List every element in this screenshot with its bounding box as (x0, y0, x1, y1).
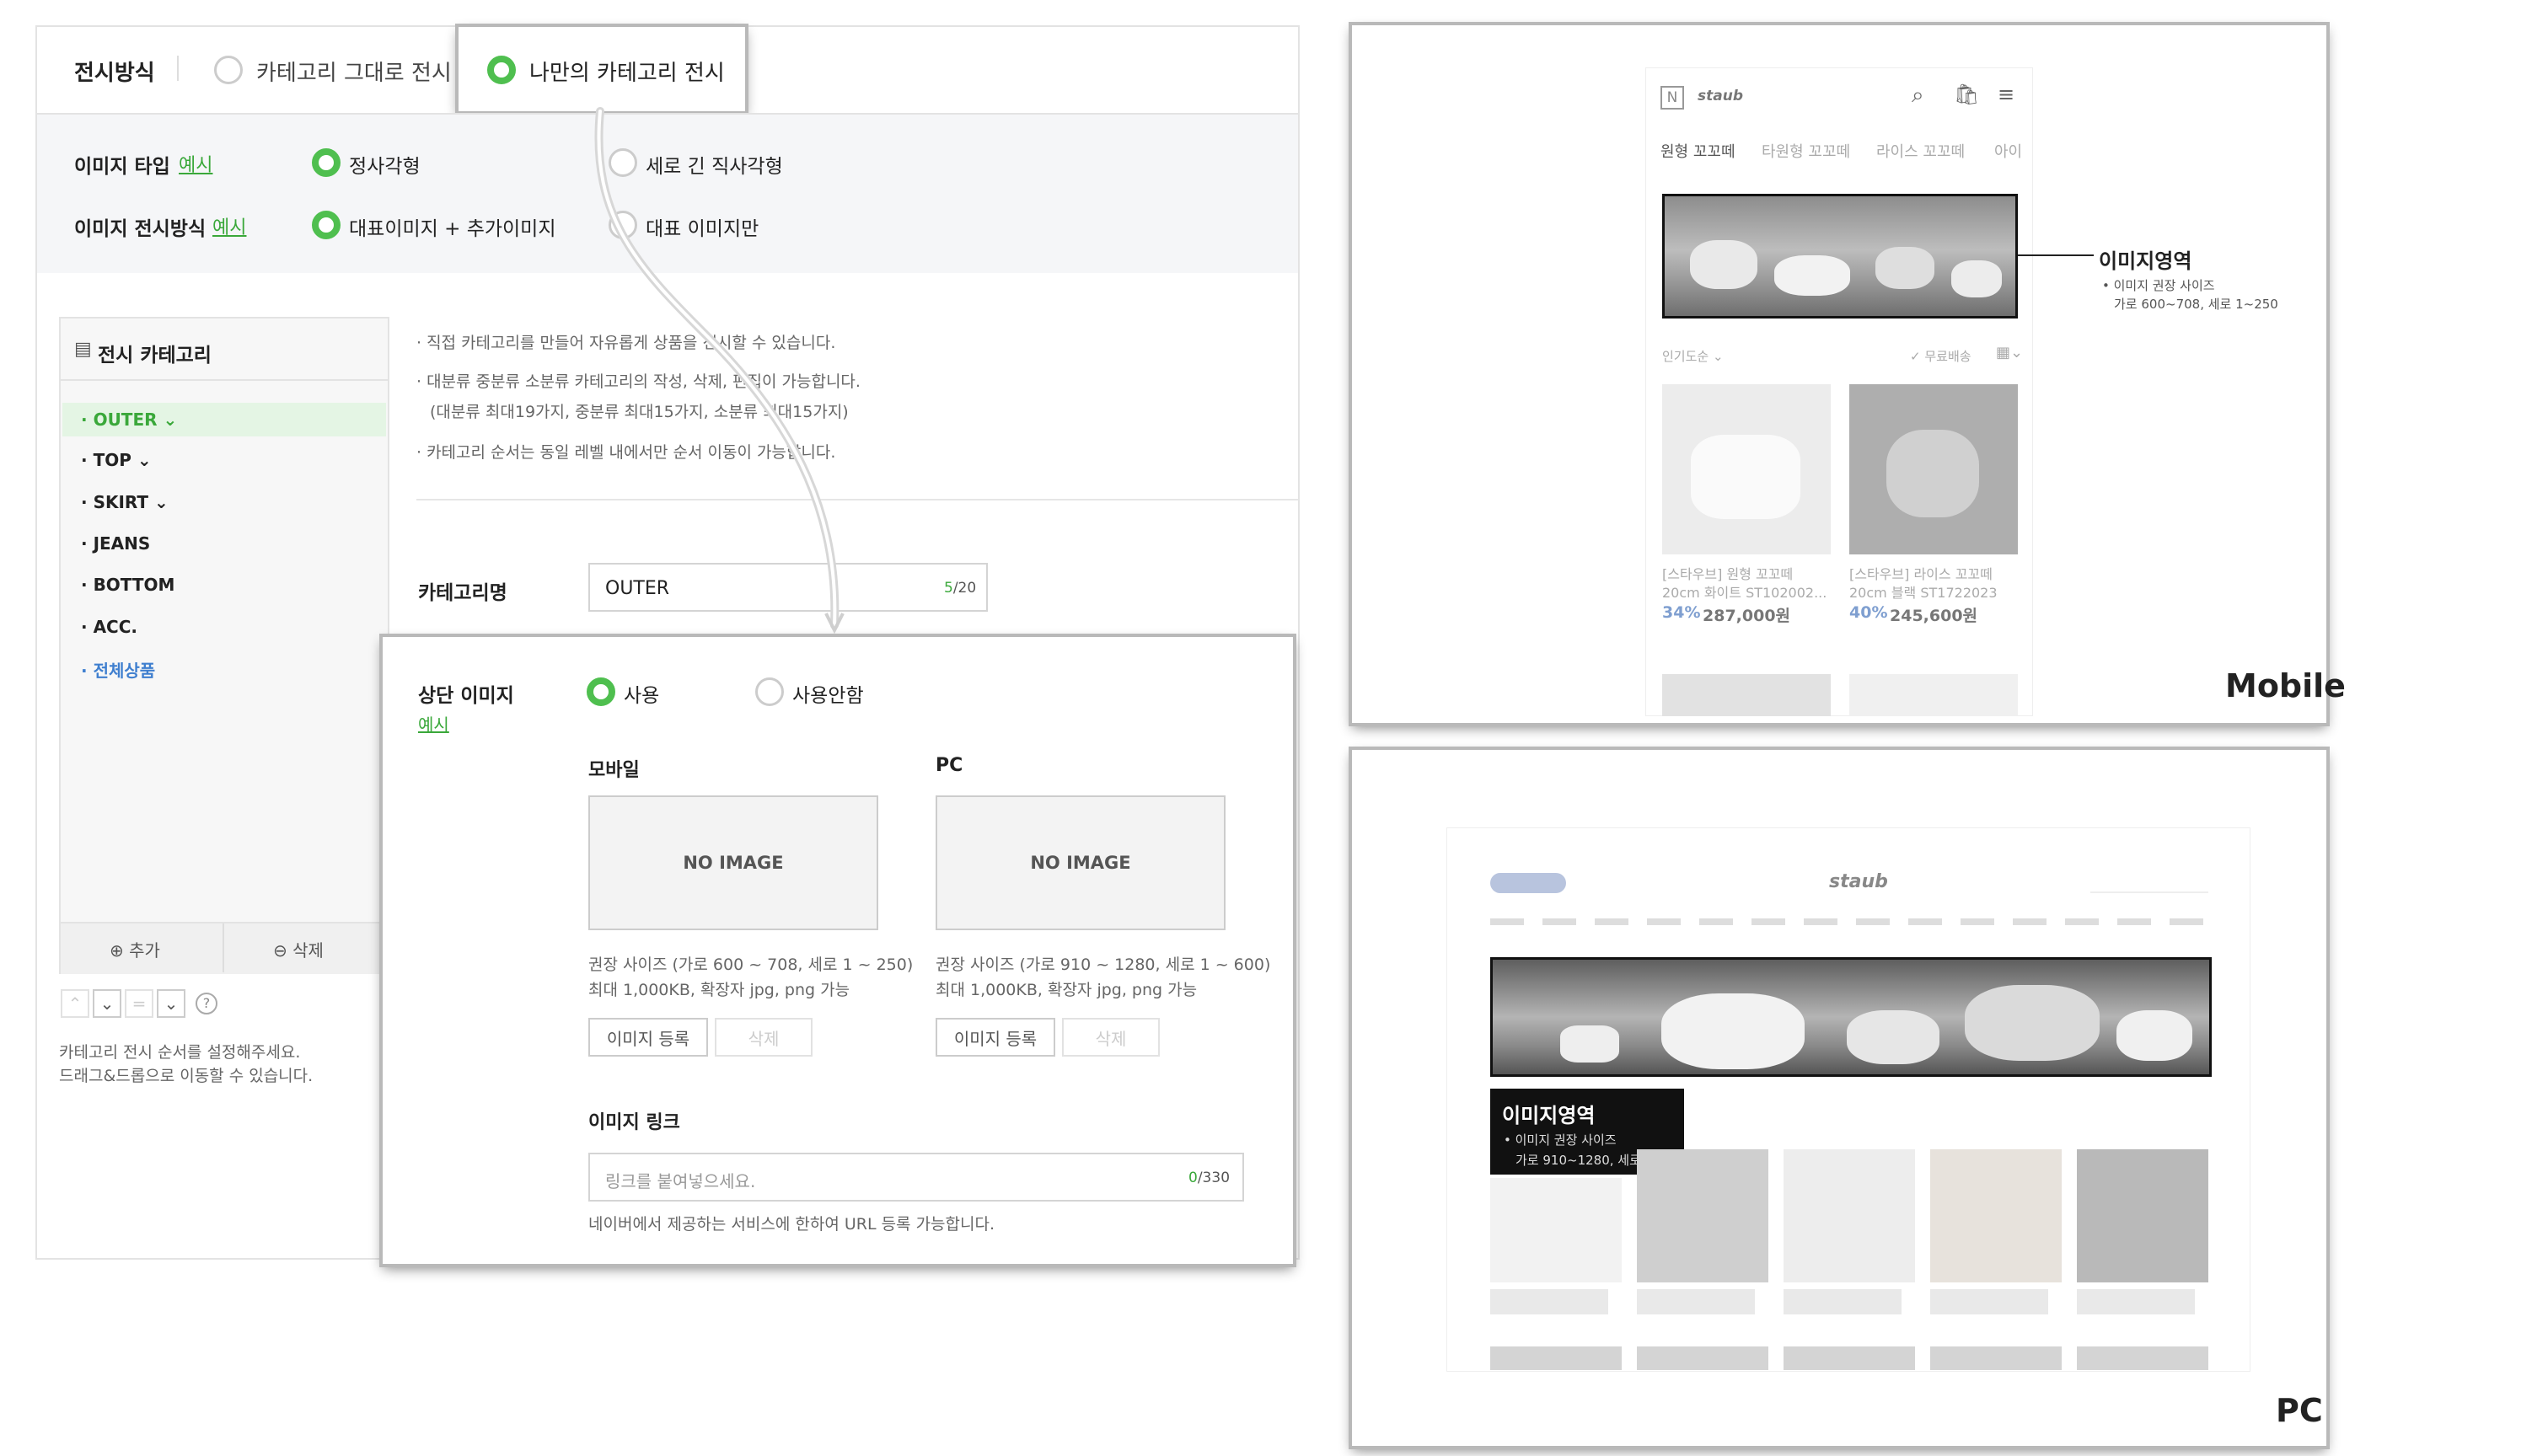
category-footer-divider (223, 923, 224, 972)
mobile-area-title: 이미지영역 (2099, 249, 2192, 273)
product-1-price: 287,000원 (1703, 607, 1791, 625)
naver-n-icon: N (1660, 86, 1684, 110)
mobile-sort[interactable]: 인기도순 ⌄ (1662, 347, 1724, 365)
mobile-size: 권장 사이즈 (가로 600 ~ 708, 세로 1 ~ 250) (588, 956, 914, 974)
category-item-all[interactable]: · 전체상품 (81, 657, 155, 682)
category-name-counter: 5/20 (944, 580, 977, 597)
pc-noimage: NO IMAGE (936, 795, 1226, 930)
pc-size: 권장 사이즈 (가로 910 ~ 1280, 세로 1 ~ 600) (936, 956, 1271, 974)
pot-shape (1847, 1010, 1939, 1064)
mobile-product-image-4 (1849, 674, 2018, 716)
pc-product-3 (1784, 1149, 1915, 1282)
pc-product-1 (1490, 1178, 1622, 1282)
mobile-title: 모바일 (588, 760, 640, 781)
pot-shape (1560, 1025, 1619, 1063)
category-help-2: 드래그&드롭으로 이동할 수 있습니다. (59, 1067, 314, 1085)
mobile-tab-3[interactable]: 라이스 꼬꼬떼 (1876, 140, 1965, 162)
pc-area-title: 이미지영역 (1502, 1104, 1596, 1127)
pot-shape (1965, 985, 2100, 1061)
mobile-banner-image (1662, 194, 2018, 318)
product-1-discount: 34% (1662, 603, 1701, 622)
image-link-counter: 0/330 (1188, 1170, 1231, 1186)
pot-shape (1951, 260, 2002, 297)
mobile-callout-line (2018, 254, 2094, 256)
mobile-shipping[interactable]: ✓ 무료배송 (1910, 347, 1971, 365)
pc-register-button[interactable]: 이미지 등록 (936, 1018, 1055, 1057)
staub-logo: staub (1698, 88, 1743, 104)
search-icon: ⌕ (1912, 83, 1924, 108)
pc-product-text (1490, 1289, 2208, 1314)
mobile-area-note2: 가로 600~708, 세로 1~250 (2114, 297, 2278, 312)
pc-caption: PC (2276, 1392, 2323, 1429)
product-pot-shape (1691, 435, 1800, 519)
pc-product-row2 (1490, 1346, 2208, 1370)
product-2-name1: [스타우브] 라이스 꼬꼬떼 (1849, 566, 1993, 582)
top-image-example[interactable]: 예시 (418, 711, 449, 736)
product-2-discount: 40% (1849, 603, 1888, 622)
pc-product-4 (1930, 1149, 2062, 1282)
cart-icon: 🛍 (1954, 83, 1980, 106)
delete-category-button[interactable]: ⊖ 삭제 (273, 937, 324, 961)
product-2-name2: 20cm 블랙 ST1722023 (1849, 585, 1998, 601)
top-image-nouse-radio[interactable] (755, 677, 784, 706)
pc-banner-image (1490, 957, 2212, 1077)
mobile-product-image-2 (1849, 384, 2018, 554)
top-image-use-radio[interactable] (587, 677, 615, 706)
product-1-name1: [스타우브] 원형 꼬꼬떼 (1662, 566, 1794, 582)
mobile-tab-2[interactable]: 타원형 꼬꼬떼 (1762, 140, 1850, 162)
mobile-tab-4[interactable]: 아이 (1994, 140, 2022, 162)
move-top-button[interactable]: ⌃ (61, 989, 89, 1018)
mobile-noimage: NO IMAGE (588, 795, 878, 930)
help-icon[interactable]: ? (196, 993, 217, 1014)
menu-icon: ≡ (1998, 83, 2015, 106)
top-image-label: 상단 이미지 (418, 685, 514, 707)
move-bottom-button[interactable]: ⌄ (157, 989, 185, 1018)
pot-shape (1875, 247, 1934, 289)
image-link-help: 네이버에서 제공하는 서비스에 한하여 URL 등록 가능합니다. (588, 1215, 995, 1234)
mobile-area-note1: • 이미지 권장 사이즈 (2102, 278, 2215, 293)
pc-search-box (2090, 873, 2208, 893)
image-link-label: 이미지 링크 (588, 1112, 680, 1133)
top-image-nouse[interactable]: 사용안함 (792, 679, 864, 708)
add-category-button[interactable]: ⊕ 추가 (110, 937, 160, 961)
top-image-use[interactable]: 사용 (624, 679, 659, 708)
pot-shape (2116, 1010, 2192, 1061)
pc-spec: 최대 1,000KB, 확장자 jpg, png 가능 (936, 981, 1198, 999)
pc-area-note1: • 이미지 권장 사이즈 (1504, 1132, 1617, 1148)
pot-shape (1774, 255, 1850, 296)
pot-shape (1661, 993, 1805, 1069)
mobile-register-button[interactable]: 이미지 등록 (588, 1018, 708, 1057)
mobile-product-image-3 (1662, 674, 1831, 716)
pot-shape (1690, 240, 1757, 289)
move-up-button[interactable]: = (125, 989, 153, 1018)
grid-view-icon[interactable]: ▦⌄ (1996, 344, 2023, 361)
mobile-spec: 최대 1,000KB, 확장자 jpg, png 가능 (588, 981, 850, 999)
mobile-product-image-1 (1662, 384, 1831, 554)
mobile-caption: Mobile (2225, 667, 2346, 704)
pc-chip (1490, 873, 1566, 893)
pc-title: PC (936, 755, 963, 776)
pc-staub-logo: staub (1829, 871, 1888, 892)
pc-delete-button[interactable]: 삭제 (1062, 1018, 1160, 1057)
connector-arrow (594, 107, 845, 634)
mobile-delete-button[interactable]: 삭제 (715, 1018, 813, 1057)
category-help-1: 카테고리 전시 순서를 설정해주세요. (59, 1043, 301, 1062)
pc-nav-line (1490, 918, 2207, 925)
pc-product-5 (2077, 1149, 2208, 1282)
product-1-name2: 20cm 화이트 ST102002... (1662, 585, 1827, 601)
pc-product-2 (1637, 1149, 1768, 1282)
image-link-placeholder[interactable]: 링크를 붙여넣으세요. (605, 1168, 755, 1192)
mobile-tab-1[interactable]: 원형 꼬꼬떼 (1660, 140, 1735, 162)
product-2-price: 245,600원 (1890, 607, 1978, 625)
product-pot-shape (1886, 430, 1979, 517)
move-down-button[interactable]: ⌄ (93, 989, 121, 1018)
